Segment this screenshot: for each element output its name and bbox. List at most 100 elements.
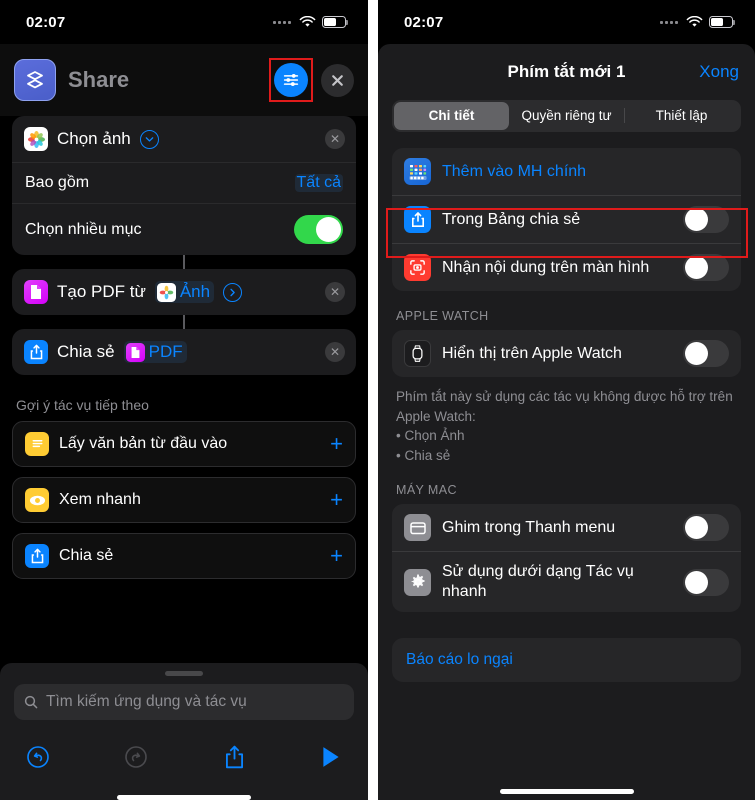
- tab-details[interactable]: Chi tiết: [394, 102, 509, 130]
- search-input[interactable]: Tìm kiếm ứng dụng và tác vụ: [14, 684, 354, 720]
- param-label: Bao gồm: [25, 174, 90, 191]
- settings-button-highlight: [269, 58, 313, 102]
- suggestion-item[interactable]: Xem nhanh +: [12, 477, 356, 523]
- bottom-sheet: Tìm kiếm ứng dụng và tác vụ: [0, 663, 368, 800]
- param-row-include[interactable]: Bao gồm Tất cả: [12, 162, 356, 203]
- suggestion-item[interactable]: Lấy văn bản từ đầu vào +: [12, 421, 356, 467]
- row-pin-in-menu-bar[interactable]: Ghim trong Thanh menu: [392, 504, 741, 551]
- token-label: Ảnh: [179, 282, 211, 301]
- row-screen-content[interactable]: Nhận nội dung trên màn hình: [392, 243, 741, 291]
- apple-watch-toggle[interactable]: [683, 340, 729, 367]
- header-buttons: [269, 58, 354, 102]
- action-header[interactable]: Chọn ảnh ✕: [12, 116, 356, 162]
- close-button[interactable]: [321, 63, 354, 97]
- row-label: Trong Bảng chia sẻ: [442, 210, 581, 228]
- apple-watch-note: Phím tắt này sử dụng các tác vụ không đư…: [392, 377, 741, 465]
- suggestion-item[interactable]: Chia sẻ +: [12, 533, 356, 579]
- plus-icon[interactable]: +: [330, 433, 343, 455]
- done-button[interactable]: Xong: [699, 62, 739, 82]
- variable-token-photos[interactable]: Ảnh: [154, 281, 215, 303]
- note-bullet: • Chia sẻ: [396, 447, 451, 463]
- home-indicator: [117, 795, 251, 800]
- variable-token-pdf[interactable]: PDF: [123, 341, 187, 363]
- action-title: Tạo PDF từ: [57, 282, 146, 301]
- share-sheet-toggle[interactable]: [683, 206, 729, 233]
- apple-watch-card: Hiển thị trên Apple Watch: [392, 330, 741, 377]
- select-multiple-toggle[interactable]: [294, 215, 343, 244]
- share-extension-header: Share: [0, 44, 368, 116]
- apple-watch-icon: [404, 340, 431, 367]
- left-phone-panel: 02:07 Share Chọn ảnh ✕ Bao gồm Tất cả Ch…: [0, 0, 368, 800]
- action-card-choose-photos[interactable]: Chọn ảnh ✕ Bao gồm Tất cả Chọn nhiều mục: [12, 116, 356, 255]
- section-header-mac: MÁY MAC: [396, 483, 457, 498]
- share-button[interactable]: [223, 744, 246, 775]
- quicklook-eye-icon: [25, 488, 49, 512]
- screen-content-toggle[interactable]: [683, 254, 729, 281]
- quick-action-toggle[interactable]: [683, 568, 729, 596]
- tab-privacy[interactable]: Quyền riêng tư: [509, 102, 624, 130]
- photos-app-icon: [24, 127, 48, 151]
- flow-connector: [183, 255, 185, 269]
- param-row-select-multiple[interactable]: Chọn nhiều mục: [12, 203, 356, 255]
- row-quick-action[interactable]: Sử dụng dưới dạng Tác vụ nhanh: [392, 551, 741, 612]
- share-app-icon: [25, 544, 49, 568]
- plus-icon[interactable]: +: [330, 489, 343, 511]
- signal-dots-icon: [273, 20, 291, 24]
- shortcut-details-sheet: Phím tắt mới 1 Xong Chi tiết Quyền riêng…: [378, 44, 755, 800]
- action-card-share[interactable]: Chia sẻ PDF ✕: [12, 329, 356, 375]
- chevron-down-circle-icon[interactable]: [139, 129, 159, 149]
- status-indicators: [273, 16, 349, 28]
- redo-button[interactable]: [124, 745, 148, 774]
- row-in-share-sheet[interactable]: Trong Bảng chia sẻ: [392, 195, 741, 243]
- segmented-control: Chi tiết Quyền riêng tư Thiết lập: [392, 100, 741, 132]
- row-label: Sử dụng dưới dạng Tác vụ nhanh: [442, 563, 634, 601]
- search-placeholder: Tìm kiếm ứng dụng và tác vụ: [46, 693, 247, 710]
- play-icon: [323, 746, 339, 767]
- flow-connector: [183, 315, 185, 329]
- tab-setup[interactable]: Thiết lập: [624, 102, 739, 130]
- row-show-on-apple-watch[interactable]: Hiển thị trên Apple Watch: [392, 330, 741, 377]
- remove-x-icon[interactable]: ✕: [325, 282, 345, 302]
- suggestions-title: Gợi ý tác vụ tiếp theo: [16, 397, 149, 413]
- signal-dots-icon: [660, 20, 678, 24]
- sheet-grabber[interactable]: [165, 671, 203, 676]
- battery-icon: [709, 16, 736, 28]
- undo-icon: [27, 745, 49, 768]
- action-header[interactable]: Chia sẻ PDF ✕: [12, 329, 356, 375]
- chevron-right-circle-icon[interactable]: [223, 282, 243, 302]
- remove-x-icon[interactable]: ✕: [325, 129, 345, 149]
- editor-toolbar: [0, 733, 368, 785]
- run-button[interactable]: [320, 745, 342, 774]
- undo-button[interactable]: [26, 745, 50, 774]
- right-phone-panel: 02:07 Phím tắt mới 1 Xong Chi tiết Quyền…: [378, 0, 755, 800]
- details-body: Thêm vào MH chính Trong Bảng chia sẻ Nhậ…: [378, 148, 755, 683]
- param-value[interactable]: Tất cả: [294, 174, 343, 192]
- battery-icon: [322, 16, 349, 28]
- home-indicator: [499, 789, 634, 794]
- panel-divider: [368, 0, 378, 800]
- search-icon: [24, 695, 38, 709]
- action-header[interactable]: Tạo PDF từ Ảnh ✕: [12, 269, 356, 315]
- token-label: PDF: [148, 342, 183, 361]
- plus-icon[interactable]: +: [330, 545, 343, 567]
- row-label: Thêm vào MH chính: [442, 162, 587, 180]
- row-label: Ghim trong Thanh menu: [442, 518, 616, 536]
- suggestion-label: Chia sẻ: [59, 547, 114, 564]
- photos-app-icon: [156, 282, 176, 302]
- remove-x-icon[interactable]: ✕: [325, 342, 345, 362]
- text-doc-icon: [25, 432, 49, 456]
- action-title: Chia sẻ: [57, 342, 115, 361]
- shortcut-settings-button[interactable]: [274, 63, 308, 97]
- status-time: 02:07: [404, 13, 444, 31]
- action-card-make-pdf[interactable]: Tạo PDF từ Ảnh ✕: [12, 269, 356, 315]
- row-add-to-home-screen[interactable]: Thêm vào MH chính: [392, 148, 741, 195]
- wifi-icon: [299, 16, 316, 27]
- pdf-app-icon: [24, 280, 48, 304]
- home-screen-icon: [404, 158, 431, 185]
- shortcut-name-title: Phím tắt mới 1: [507, 62, 626, 81]
- suggestion-label: Xem nhanh: [59, 491, 141, 508]
- report-concern-button[interactable]: Báo cáo lo ngại: [392, 638, 741, 683]
- row-label: Hiển thị trên Apple Watch: [442, 344, 622, 362]
- menu-bar-toggle[interactable]: [683, 514, 729, 542]
- screenshot-stage: 02:07 Share Chọn ảnh ✕ Bao gồm Tất cả Ch…: [0, 0, 755, 800]
